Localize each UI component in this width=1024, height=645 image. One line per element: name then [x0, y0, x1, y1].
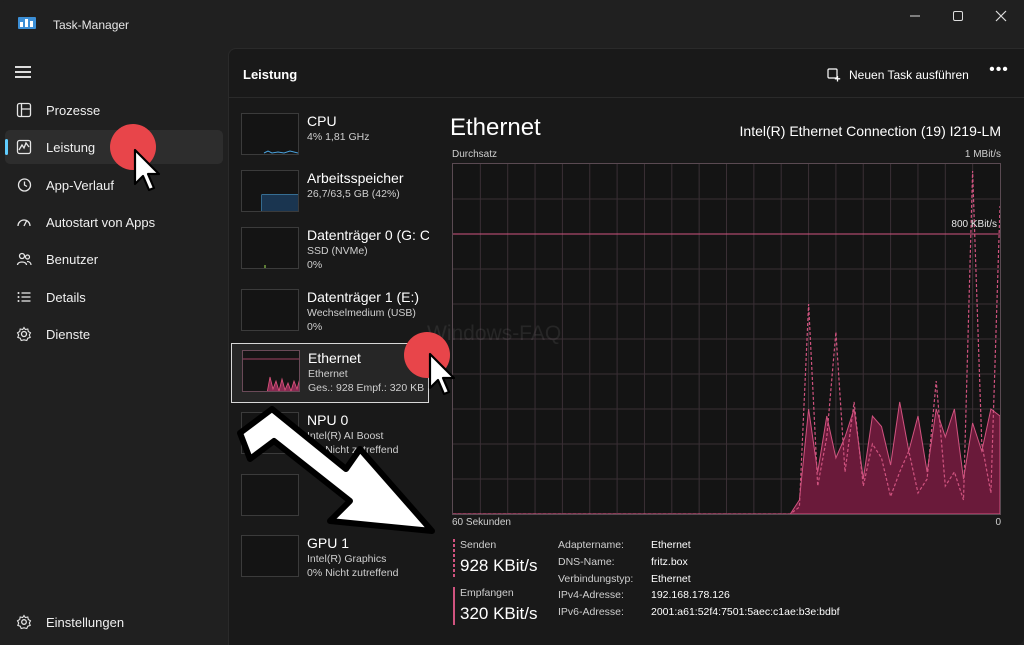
resource-detail: Wechselmedium (USB) [307, 307, 416, 319]
nav-label: App-Verlauf [46, 178, 114, 193]
property-row: Verbindungstyp: Ethernet [558, 573, 840, 590]
resource-detail: Intel(R) Graphics [307, 553, 387, 565]
window-title: Task-Manager [53, 18, 130, 32]
property-key: Adaptername: [558, 539, 624, 551]
task-manager-window: Task-Manager Prozesse Leistung App-Verla… [0, 0, 1024, 645]
resource-name: Datenträger 1 (E:) [307, 289, 420, 305]
hamburger-menu-icon[interactable] [15, 66, 31, 78]
resource-item-disk1[interactable]: Datenträger 1 (E:) Wechselmedium (USB) 0… [231, 283, 429, 343]
graph-ylabel: Durchsatz [452, 149, 498, 160]
processes-icon [16, 102, 32, 118]
resource-thumbnail [241, 113, 299, 155]
startup-icon [17, 219, 31, 227]
users-icon [16, 252, 32, 266]
performance-icon [16, 139, 32, 155]
page-title: Leistung [243, 67, 298, 82]
title-bar[interactable]: Task-Manager [0, 0, 1024, 48]
header-divider [229, 97, 1024, 98]
property-value: fritz.box [651, 555, 688, 568]
nav-label: Prozesse [46, 103, 101, 118]
resource-detail: SSD (NVMe) [307, 245, 368, 257]
send-value: 928 KBit/s [460, 556, 538, 575]
graph-ymax-label: 1 MBit/s [964, 149, 1001, 160]
resource-thumbnail [241, 289, 299, 331]
nav-label: Details [46, 290, 86, 305]
resource-name: Datenträger 0 (G: C [307, 227, 429, 243]
graph-xleft-label: 60 Sekunden [452, 517, 511, 528]
property-value: 192.168.178.126 [651, 589, 730, 602]
active-indicator [5, 139, 8, 155]
nav-item-autostart[interactable]: Autostart von Apps [5, 205, 223, 239]
resource-name: GPU 1 [307, 535, 350, 551]
services-icon [16, 326, 32, 342]
resource-thumbnail [241, 227, 299, 269]
resource-thumbnail [242, 350, 300, 392]
maximize-icon[interactable] [946, 8, 970, 26]
receive-value: 320 KBit/s [460, 604, 538, 623]
nav-label: Einstellungen [46, 615, 125, 630]
property-row: Adaptername: Ethernet [558, 539, 840, 556]
send-line-swatch [453, 539, 455, 577]
resource-usage: 0% [307, 259, 323, 271]
run-task-label: Neuen Task ausführen [849, 68, 969, 82]
resource-item-cpu[interactable]: CPU 4% 1,81 GHz [231, 107, 429, 167]
close-icon[interactable] [989, 8, 1013, 26]
nav-item-details[interactable]: Details [5, 280, 223, 314]
resource-usage: 0% [307, 321, 323, 333]
graph-xright-label: 0 [995, 517, 1001, 528]
details-icon [17, 292, 31, 302]
property-value: Ethernet [651, 572, 691, 585]
annotation-arrow-icon [237, 406, 435, 534]
resource-usage: 0% Nicht zutreffend [307, 567, 399, 579]
resource-usage: Ges.: 928 Empf.: 320 KB [308, 382, 425, 394]
property-key: IPv6-Adresse: [558, 606, 624, 619]
resource-name: Arbeitsspeicher [307, 170, 404, 186]
adapter-properties: Adaptername: Ethernet DNS-Name: fritz.box … [558, 539, 840, 623]
receive-line-swatch [453, 587, 455, 625]
send-label: Senden [460, 539, 497, 551]
resource-detail: 26,7/63,5 GB (42%) [307, 188, 400, 200]
run-new-task-button[interactable]: Neuen Task ausführen [827, 64, 969, 86]
property-row: IPv6-Adresse: 2001:a61:52f4:7501:5aec:c1a… [558, 606, 840, 623]
property-key: DNS-Name: [558, 555, 615, 568]
mouse-cursor-icon [428, 352, 456, 396]
nav-label: Leistung [46, 140, 96, 155]
watermark: Windows-FAQ [427, 322, 562, 345]
property-row: IPv4-Adresse: 192.168.178.126 [558, 589, 840, 606]
minimize-icon[interactable] [903, 8, 927, 26]
adapter-name: Intel(R) Ethernet Connection (19) I219-L… [739, 123, 1001, 139]
resource-name: CPU [307, 113, 337, 129]
nav-label: Dienste [46, 327, 91, 342]
property-key: Verbindungstyp: [558, 572, 634, 585]
task-manager-app-icon [18, 17, 36, 29]
nav-item-prozesse[interactable]: Prozesse [5, 93, 223, 127]
resource-item-disk0[interactable]: Datenträger 0 (G: C SSD (NVMe) 0% [231, 221, 429, 281]
graph-reference-label: 800 KBit/s [951, 219, 997, 230]
nav-label: Benutzer [46, 252, 99, 267]
resource-item-memory[interactable]: Arbeitsspeicher 26,7/63,5 GB (42%) [231, 164, 429, 224]
nav-item-app-verlauf[interactable]: App-Verlauf [5, 168, 223, 202]
property-value: 2001:a61:52f4:7501:5aec:c1ae:b3e:bdbf [651, 606, 840, 619]
resource-thumbnail [241, 170, 299, 212]
detail-title: Ethernet [450, 114, 541, 141]
nav-item-einstellungen[interactable]: Einstellungen [5, 605, 223, 639]
nav-label: Autostart von Apps [46, 215, 156, 230]
more-options-icon[interactable]: ••• [989, 62, 1009, 83]
property-row: DNS-Name: fritz.box [558, 556, 840, 573]
resource-list: CPU 4% 1,81 GHz Arbeitsspeicher 26,7/63,… [231, 101, 431, 645]
nav-item-dienste[interactable]: Dienste [5, 317, 223, 351]
resource-thumbnail [241, 535, 299, 577]
receive-label: Empfangen [460, 587, 514, 599]
property-value: Ethernet [651, 539, 691, 551]
resource-item-ethernet[interactable]: Ethernet Ethernet Ges.: 928 Empf.: 320 K… [231, 343, 429, 403]
new-task-icon [827, 68, 841, 82]
resource-detail: 4% 1,81 GHz [307, 131, 370, 143]
mouse-cursor-icon [133, 148, 161, 192]
property-key: IPv4-Adresse: [558, 589, 624, 602]
performance-content: Leistung Neuen Task ausführen ••• CPU 4%… [228, 48, 1024, 645]
nav-item-benutzer[interactable]: Benutzer [5, 242, 223, 276]
resource-item-gpu1[interactable]: GPU 1 Intel(R) Graphics 0% Nicht zutreff… [231, 529, 429, 589]
history-icon [17, 178, 32, 192]
settings-gear-icon [16, 614, 32, 630]
